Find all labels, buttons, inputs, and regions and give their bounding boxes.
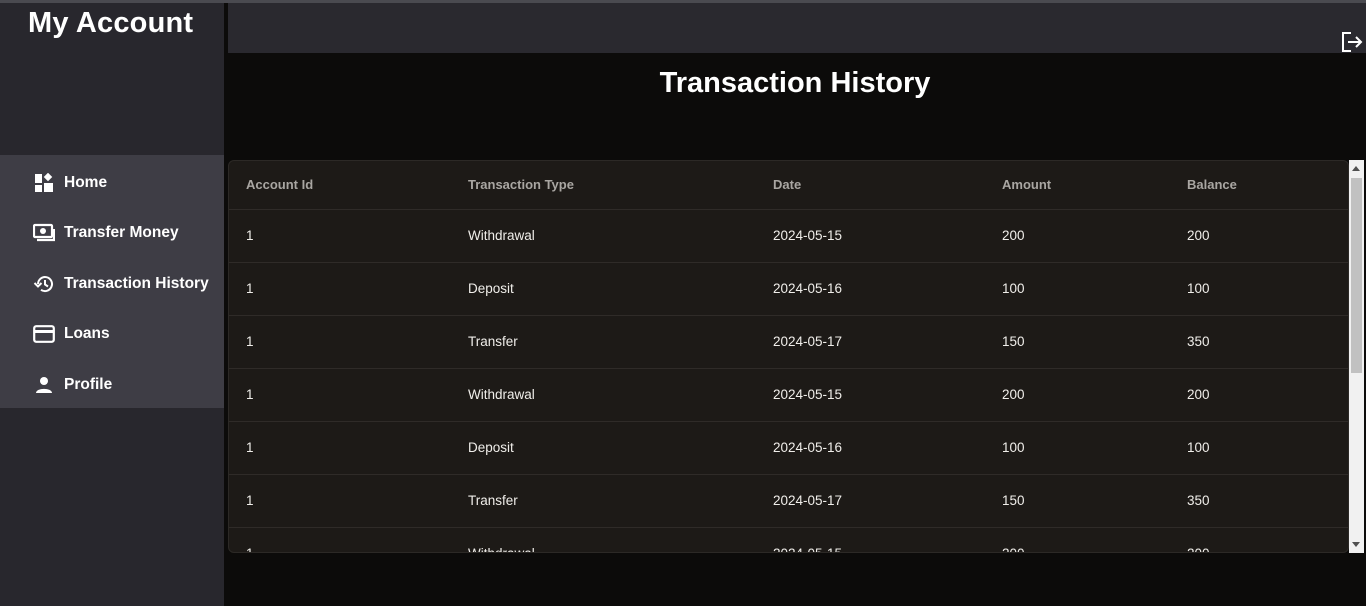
sidebar-item-loans[interactable]: Loans bbox=[0, 309, 224, 359]
cell-balance: 200 bbox=[1170, 209, 1348, 263]
cell-amount: 200 bbox=[985, 209, 1170, 263]
cell-date: 2024-05-15 bbox=[756, 209, 985, 263]
table-scrollbar[interactable] bbox=[1349, 160, 1364, 553]
cell-balance: 200 bbox=[1170, 527, 1348, 552]
cell-date: 2024-05-17 bbox=[756, 315, 985, 369]
cell-account-id: 1 bbox=[229, 209, 451, 263]
scroll-up-arrow-icon[interactable] bbox=[1352, 166, 1360, 171]
sidebar-item-label: Home bbox=[64, 174, 108, 191]
cell-transaction-type: Withdrawal bbox=[451, 209, 756, 263]
sidebar-item-label: Loans bbox=[64, 325, 110, 342]
sidebar-item-label: Transfer Money bbox=[64, 224, 179, 241]
cell-date: 2024-05-15 bbox=[756, 527, 985, 552]
transactions-table: Account Id Transaction Type Date Amount … bbox=[229, 161, 1348, 552]
history-icon bbox=[33, 273, 55, 295]
sidebar-item-transaction-history[interactable]: Transaction History bbox=[0, 259, 224, 309]
cell-date: 2024-05-15 bbox=[756, 368, 985, 422]
cell-balance: 100 bbox=[1170, 262, 1348, 316]
cell-amount: 200 bbox=[985, 527, 1170, 552]
column-header-date: Date bbox=[756, 161, 985, 210]
sidebar-nav: Home Transfer Money Transaction History … bbox=[0, 155, 224, 408]
table-row: 1 Withdrawal 2024-05-15 200 200 bbox=[229, 368, 1348, 422]
cell-amount: 100 bbox=[985, 421, 1170, 475]
cell-transaction-type: Transfer bbox=[451, 474, 756, 528]
top-header bbox=[228, 3, 1366, 53]
cell-balance: 350 bbox=[1170, 474, 1348, 528]
table-row: 1 Transfer 2024-05-17 150 350 bbox=[229, 474, 1348, 528]
cell-amount: 100 bbox=[985, 262, 1170, 316]
cell-account-id: 1 bbox=[229, 368, 451, 422]
cell-transaction-type: Deposit bbox=[451, 421, 756, 475]
table-row: 1 Deposit 2024-05-16 100 100 bbox=[229, 262, 1348, 316]
column-header-transaction-type: Transaction Type bbox=[451, 161, 756, 210]
page-title: Transaction History bbox=[659, 67, 931, 99]
table-row: 1 Deposit 2024-05-16 100 100 bbox=[229, 421, 1348, 475]
app-title: My Account bbox=[28, 7, 194, 39]
cell-account-id: 1 bbox=[229, 474, 451, 528]
sidebar-item-transfer-money[interactable]: Transfer Money bbox=[0, 208, 224, 258]
table-row: 1 Withdrawal 2024-05-15 200 200 bbox=[229, 209, 1348, 263]
sidebar: My Account Home Transfer Money Transacti… bbox=[0, 3, 224, 606]
sidebar-item-home[interactable]: Home bbox=[0, 158, 224, 208]
dashboard-icon bbox=[33, 172, 55, 194]
cell-balance: 200 bbox=[1170, 368, 1348, 422]
sidebar-item-label: Profile bbox=[64, 376, 113, 393]
cell-date: 2024-05-17 bbox=[756, 474, 985, 528]
column-header-balance: Balance bbox=[1170, 161, 1348, 210]
credit-card-icon bbox=[33, 323, 55, 345]
sidebar-item-label: Transaction History bbox=[64, 275, 209, 292]
cell-amount: 150 bbox=[985, 315, 1170, 369]
scrollbar-thumb[interactable] bbox=[1351, 178, 1362, 373]
cell-transaction-type: Deposit bbox=[451, 262, 756, 316]
cell-amount: 200 bbox=[985, 368, 1170, 422]
cell-balance: 350 bbox=[1170, 315, 1348, 369]
transactions-table-container: Account Id Transaction Type Date Amount … bbox=[228, 160, 1349, 553]
cell-account-id: 1 bbox=[229, 262, 451, 316]
cell-amount: 150 bbox=[985, 474, 1170, 528]
cell-transaction-type: Withdrawal bbox=[451, 527, 756, 552]
table-row: 1 Transfer 2024-05-17 150 350 bbox=[229, 315, 1348, 369]
column-header-amount: Amount bbox=[985, 161, 1170, 210]
cell-date: 2024-05-16 bbox=[756, 262, 985, 316]
cell-date: 2024-05-16 bbox=[756, 421, 985, 475]
table-row: 1 Withdrawal 2024-05-15 200 200 bbox=[229, 527, 1348, 552]
sidebar-item-profile[interactable]: Profile bbox=[0, 360, 224, 410]
person-icon bbox=[33, 374, 55, 396]
cell-transaction-type: Transfer bbox=[451, 315, 756, 369]
scroll-down-arrow-icon[interactable] bbox=[1352, 542, 1360, 547]
logout-icon[interactable] bbox=[1340, 30, 1364, 54]
cell-account-id: 1 bbox=[229, 421, 451, 475]
money-transfer-icon bbox=[33, 222, 55, 244]
cell-account-id: 1 bbox=[229, 527, 451, 552]
cell-account-id: 1 bbox=[229, 315, 451, 369]
table-header-row: Account Id Transaction Type Date Amount … bbox=[229, 161, 1348, 210]
column-header-account-id: Account Id bbox=[229, 161, 451, 210]
cell-transaction-type: Withdrawal bbox=[451, 368, 756, 422]
cell-balance: 100 bbox=[1170, 421, 1348, 475]
